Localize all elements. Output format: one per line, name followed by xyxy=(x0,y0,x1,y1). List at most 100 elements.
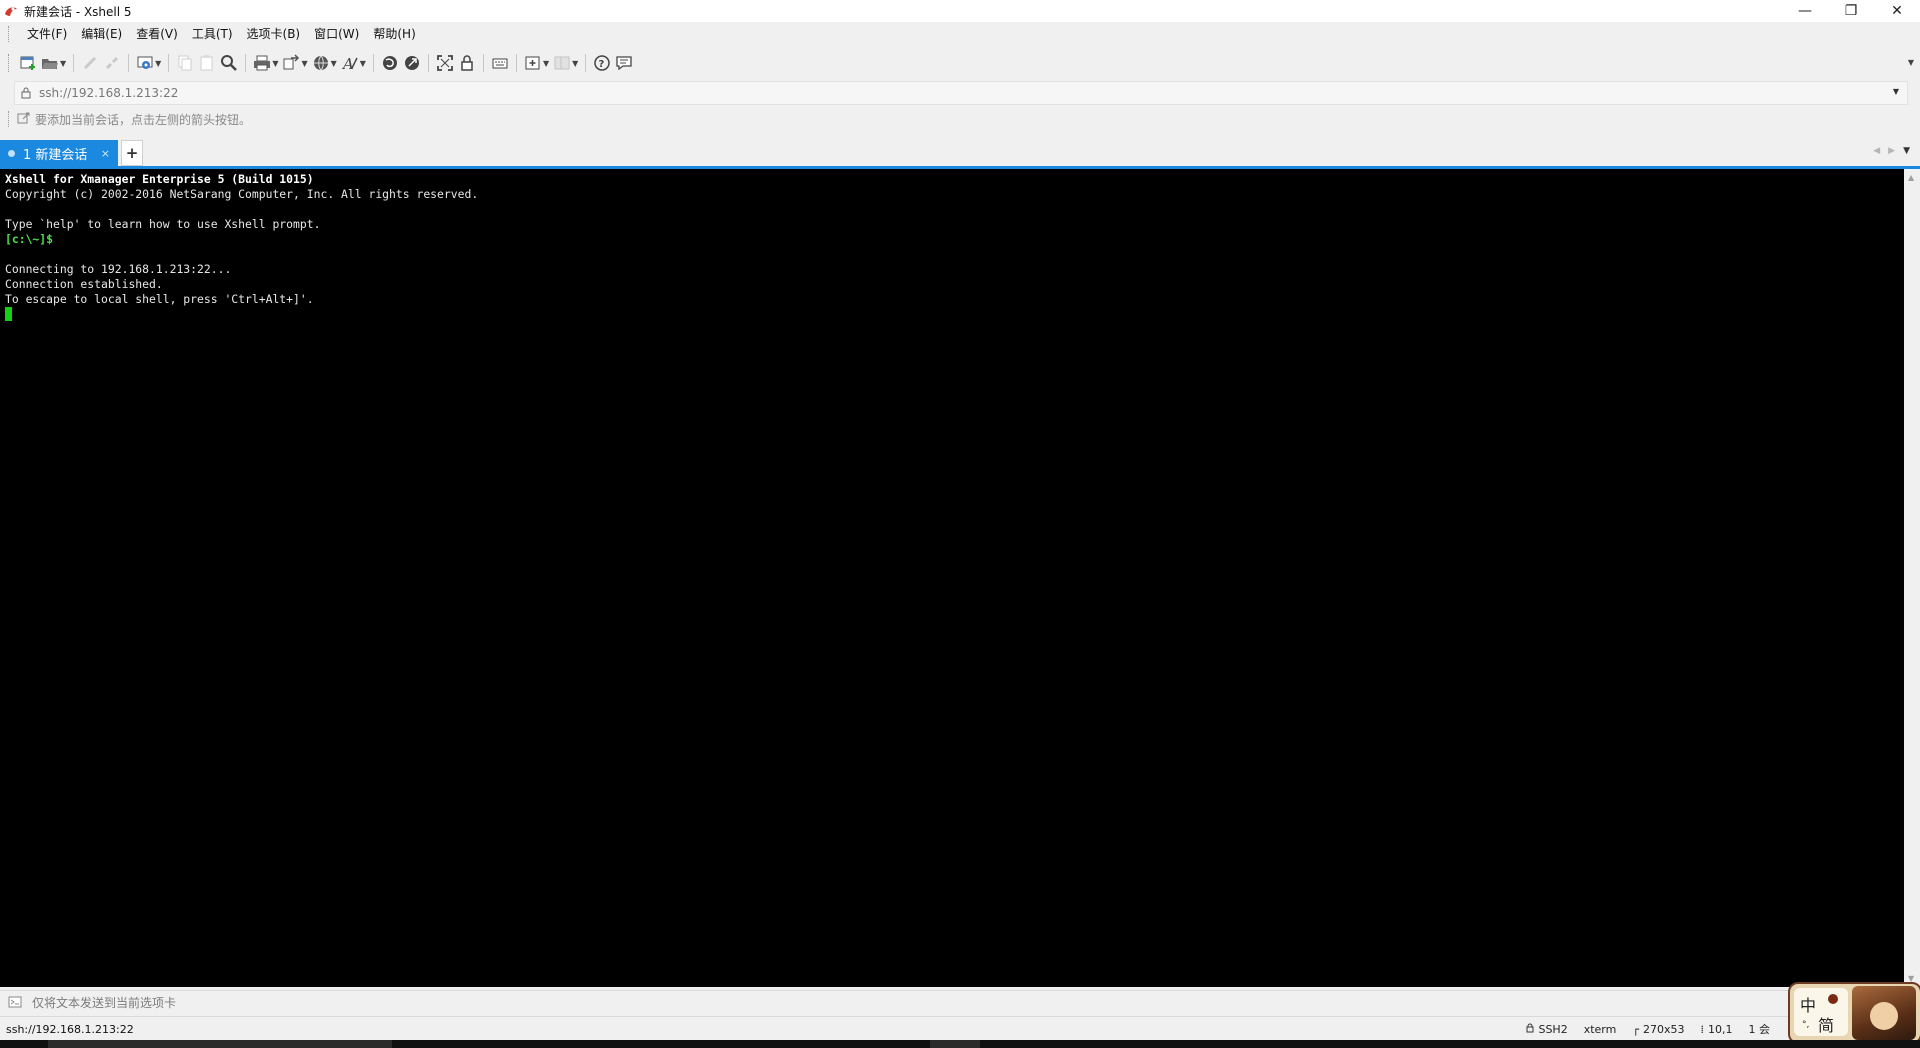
ime-mode[interactable]: 简 xyxy=(1818,1012,1834,1036)
hint-text: 要添加当前会话，点击左侧的箭头按钮。 xyxy=(35,112,252,127)
help-icon: ? xyxy=(594,55,610,71)
add-session-arrow-icon[interactable] xyxy=(17,111,31,128)
status-sessions: 1 会 xyxy=(1749,1021,1771,1037)
new-tab-button[interactable]: ▼ xyxy=(524,51,549,75)
paste-button[interactable] xyxy=(198,51,216,75)
find-button[interactable] xyxy=(220,51,238,75)
font-button[interactable]: A ▼ xyxy=(341,51,366,75)
ime-status-panel[interactable]: 中 °, 简 xyxy=(1794,988,1848,1036)
menu-file[interactable]: 文件(F) xyxy=(21,24,73,44)
chevron-down-icon[interactable]: ▼ xyxy=(301,59,307,68)
menu-window[interactable]: 窗口(W) xyxy=(308,24,365,44)
fullscreen-icon xyxy=(437,55,453,71)
folder-open-icon xyxy=(42,59,58,69)
status-terminal-type: xterm xyxy=(1584,1023,1617,1036)
fullscreen-button[interactable] xyxy=(436,51,454,75)
xagent-button[interactable] xyxy=(403,51,421,75)
speech-bubble-icon xyxy=(616,56,632,71)
taskbar-segment xyxy=(48,1040,392,1048)
terminal-line: Connection established. xyxy=(5,277,163,291)
printer-icon xyxy=(254,55,271,71)
reconnect-button[interactable] xyxy=(81,51,99,75)
tab-bar: 1 新建会话 × + ◀ ▶ ▼ xyxy=(0,136,1920,169)
toolbar-separator xyxy=(515,54,517,72)
scroll-up-icon[interactable]: ▲ xyxy=(1908,173,1914,182)
globe-icon xyxy=(313,55,328,71)
copy-button[interactable] xyxy=(176,51,194,75)
add-tab-button[interactable]: + xyxy=(121,140,143,166)
close-button[interactable]: ✕ xyxy=(1874,0,1920,22)
menubar-grip[interactable] xyxy=(8,26,11,42)
transfer-button[interactable]: ▼ xyxy=(282,51,308,75)
compose-icon[interactable] xyxy=(8,996,22,1008)
unlink-icon xyxy=(106,56,119,70)
properties-button[interactable]: ▼ xyxy=(136,51,161,75)
hintbar-grip[interactable] xyxy=(8,111,11,127)
cursor-pos-text: 10,1 xyxy=(1708,1022,1733,1036)
address-input[interactable]: ssh://192.168.1.213:22 ▼ xyxy=(14,81,1908,105)
size-text: 270x53 xyxy=(1642,1022,1685,1036)
toolbar-separator xyxy=(585,54,587,72)
window-title: 新建会话 - Xshell 5 xyxy=(24,4,132,19)
title-bar: 新建会话 - Xshell 5 — ❐ ✕ xyxy=(0,0,1920,22)
copy-icon xyxy=(178,55,192,71)
lock-icon xyxy=(1526,1023,1534,1036)
address-bar: ssh://192.168.1.213:22 ▼ xyxy=(0,80,1920,105)
tab-scroll-right-icon[interactable]: ▶ xyxy=(1888,146,1895,156)
menu-tools[interactable]: 工具(T) xyxy=(186,24,239,44)
chevron-down-icon[interactable]: ▼ xyxy=(1893,87,1899,96)
ime-language[interactable]: 中 xyxy=(1800,992,1816,1016)
menu-help[interactable]: 帮助(H) xyxy=(367,24,421,44)
session-hint-bar: 要添加当前会话，点击左侧的箭头按钮。 xyxy=(0,106,1920,132)
address-value: ssh://192.168.1.213:22 xyxy=(39,86,179,100)
svg-text:?: ? xyxy=(599,59,605,70)
terminal-line: Connecting to 192.168.1.213:22... xyxy=(5,262,232,276)
add-tab-icon xyxy=(525,56,540,70)
menu-edit[interactable]: 编辑(E) xyxy=(75,24,128,44)
xftp-button[interactable] xyxy=(381,51,399,75)
compose-bar[interactable]: 仅将文本发送到当前选项卡 xyxy=(0,990,1920,1013)
open-session-button[interactable]: ▼ xyxy=(41,51,66,75)
print-button[interactable]: ▼ xyxy=(253,51,278,75)
keyboard-icon xyxy=(492,58,508,69)
new-session-button[interactable] xyxy=(19,51,37,75)
chevron-down-icon[interactable]: ▼ xyxy=(60,59,66,68)
chevron-down-icon[interactable]: ▼ xyxy=(543,59,549,68)
ime-widget[interactable]: 中 °, 简 xyxy=(1788,982,1920,1044)
lock-button[interactable] xyxy=(458,51,476,75)
layout-button[interactable]: ▼ xyxy=(553,51,578,75)
tab-new-session[interactable]: 1 新建会话 × xyxy=(0,140,118,166)
minimize-button[interactable]: — xyxy=(1782,0,1828,22)
close-icon[interactable]: × xyxy=(101,147,110,160)
help-button[interactable]: ? xyxy=(593,51,611,75)
chevron-down-icon[interactable]: ▼ xyxy=(331,59,337,68)
terminal-scrollbar[interactable]: ▲ ▼ xyxy=(1904,169,1920,987)
terminal-output[interactable]: Xshell for Xmanager Enterprise 5 (Build … xyxy=(0,169,1904,987)
xagent-icon xyxy=(404,56,419,70)
toolbar-overflow-icon[interactable]: ▼ xyxy=(1908,58,1914,67)
toolbar-separator xyxy=(372,54,374,72)
disconnect-button[interactable] xyxy=(103,51,121,75)
chat-button[interactable] xyxy=(615,51,633,75)
chevron-down-icon[interactable]: ▼ xyxy=(272,59,278,68)
status-protocol: SSH2 xyxy=(1526,1023,1568,1036)
chevron-down-icon[interactable]: ▼ xyxy=(155,59,161,68)
connection-status-icon xyxy=(8,149,15,157)
terminal-line: Xshell for Xmanager Enterprise 5 (Build … xyxy=(5,172,314,186)
xshell-logo-icon xyxy=(4,4,18,18)
moon-icon[interactable] xyxy=(1828,994,1838,1004)
chevron-down-icon[interactable]: ▼ xyxy=(360,59,366,68)
xmanager-button[interactable]: ▼ xyxy=(312,51,337,75)
menu-view[interactable]: 查看(V) xyxy=(130,24,184,44)
menu-tabs[interactable]: 选项卡(B) xyxy=(241,24,307,44)
compose-placeholder: 仅将文本发送到当前选项卡 xyxy=(32,995,177,1010)
terminal-line: Type `help' to learn how to use Xshell p… xyxy=(5,217,321,231)
terminal-line: Copyright (c) 2002-2016 NetSarang Comput… xyxy=(5,187,479,201)
toolbar-grip[interactable] xyxy=(8,54,11,72)
restore-button[interactable]: ❐ xyxy=(1828,0,1874,22)
keyboard-button[interactable] xyxy=(491,51,509,75)
ime-punctuation[interactable]: °, xyxy=(1802,1020,1809,1030)
tab-scroll-left-icon[interactable]: ◀ xyxy=(1873,146,1880,156)
chevron-down-icon[interactable]: ▼ xyxy=(572,59,578,68)
tab-list-chevron-icon[interactable]: ▼ xyxy=(1903,146,1910,156)
